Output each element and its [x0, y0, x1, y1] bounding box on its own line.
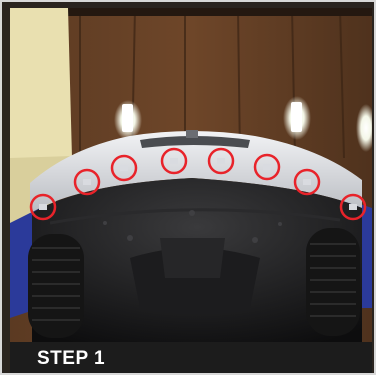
- caption-bar: STEP 1: [10, 342, 372, 373]
- underbody-photo: [10, 8, 372, 342]
- step-caption: STEP 1: [37, 348, 106, 369]
- beige-wall: [10, 8, 72, 178]
- tire-left: [28, 234, 84, 338]
- underbody-illustration: [10, 8, 372, 342]
- photo-frame: STEP 1: [0, 0, 376, 375]
- tire-right: [306, 228, 360, 336]
